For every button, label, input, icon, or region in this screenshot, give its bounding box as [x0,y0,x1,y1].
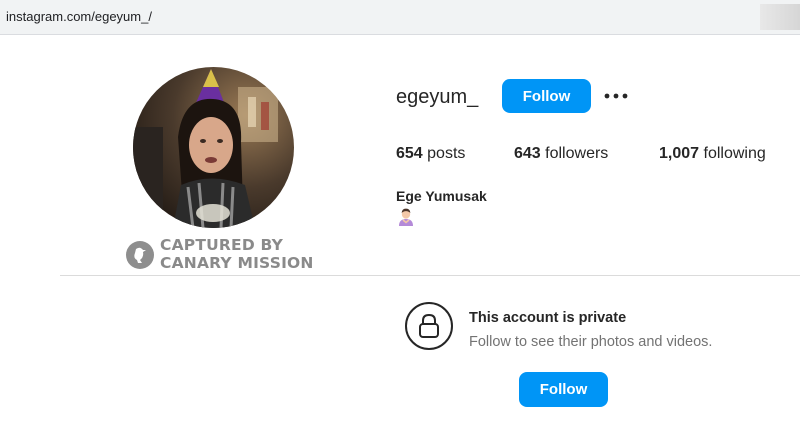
follow-button[interactable]: Follow [502,79,591,113]
posts-label: posts [427,145,466,162]
section-divider [60,275,800,276]
followers-label: followers [545,145,609,162]
watermark-line-1: CAPTURED BY [160,236,284,254]
canary-mission-watermark: CAPTURED BY CANARY MISSION [126,236,316,276]
followers-link[interactable]: 643 followers [514,145,608,163]
avatar[interactable] [133,67,294,228]
profile-photo [133,67,294,228]
private-account-subtitle: Follow to see their photos and videos. [469,334,713,350]
following-label: following [703,145,766,162]
posts-number: 654 [396,145,423,162]
posts-count: 654 posts [396,145,465,163]
profile-username: egeyum_ [396,86,479,108]
watermark-line-2: CANARY MISSION [160,254,314,272]
lock-icon [405,302,453,350]
canary-bird-icon [126,241,154,269]
more-horizontal-icon[interactable] [602,85,630,107]
browser-address-bar[interactable]: instagram.com/egeyum_/ [0,0,800,35]
profile-full-name: Ege Yumusak [396,188,487,204]
url-text[interactable]: instagram.com/egeyum_/ [6,9,152,24]
following-link[interactable]: 1,007 following [659,145,766,163]
person-gesturing-emoji [396,207,416,227]
following-number: 1,007 [659,145,700,162]
blurred-browser-control [760,4,800,30]
followers-number: 643 [514,145,541,162]
follow-button-private[interactable]: Follow [519,372,608,407]
private-account-title: This account is private [469,310,627,326]
